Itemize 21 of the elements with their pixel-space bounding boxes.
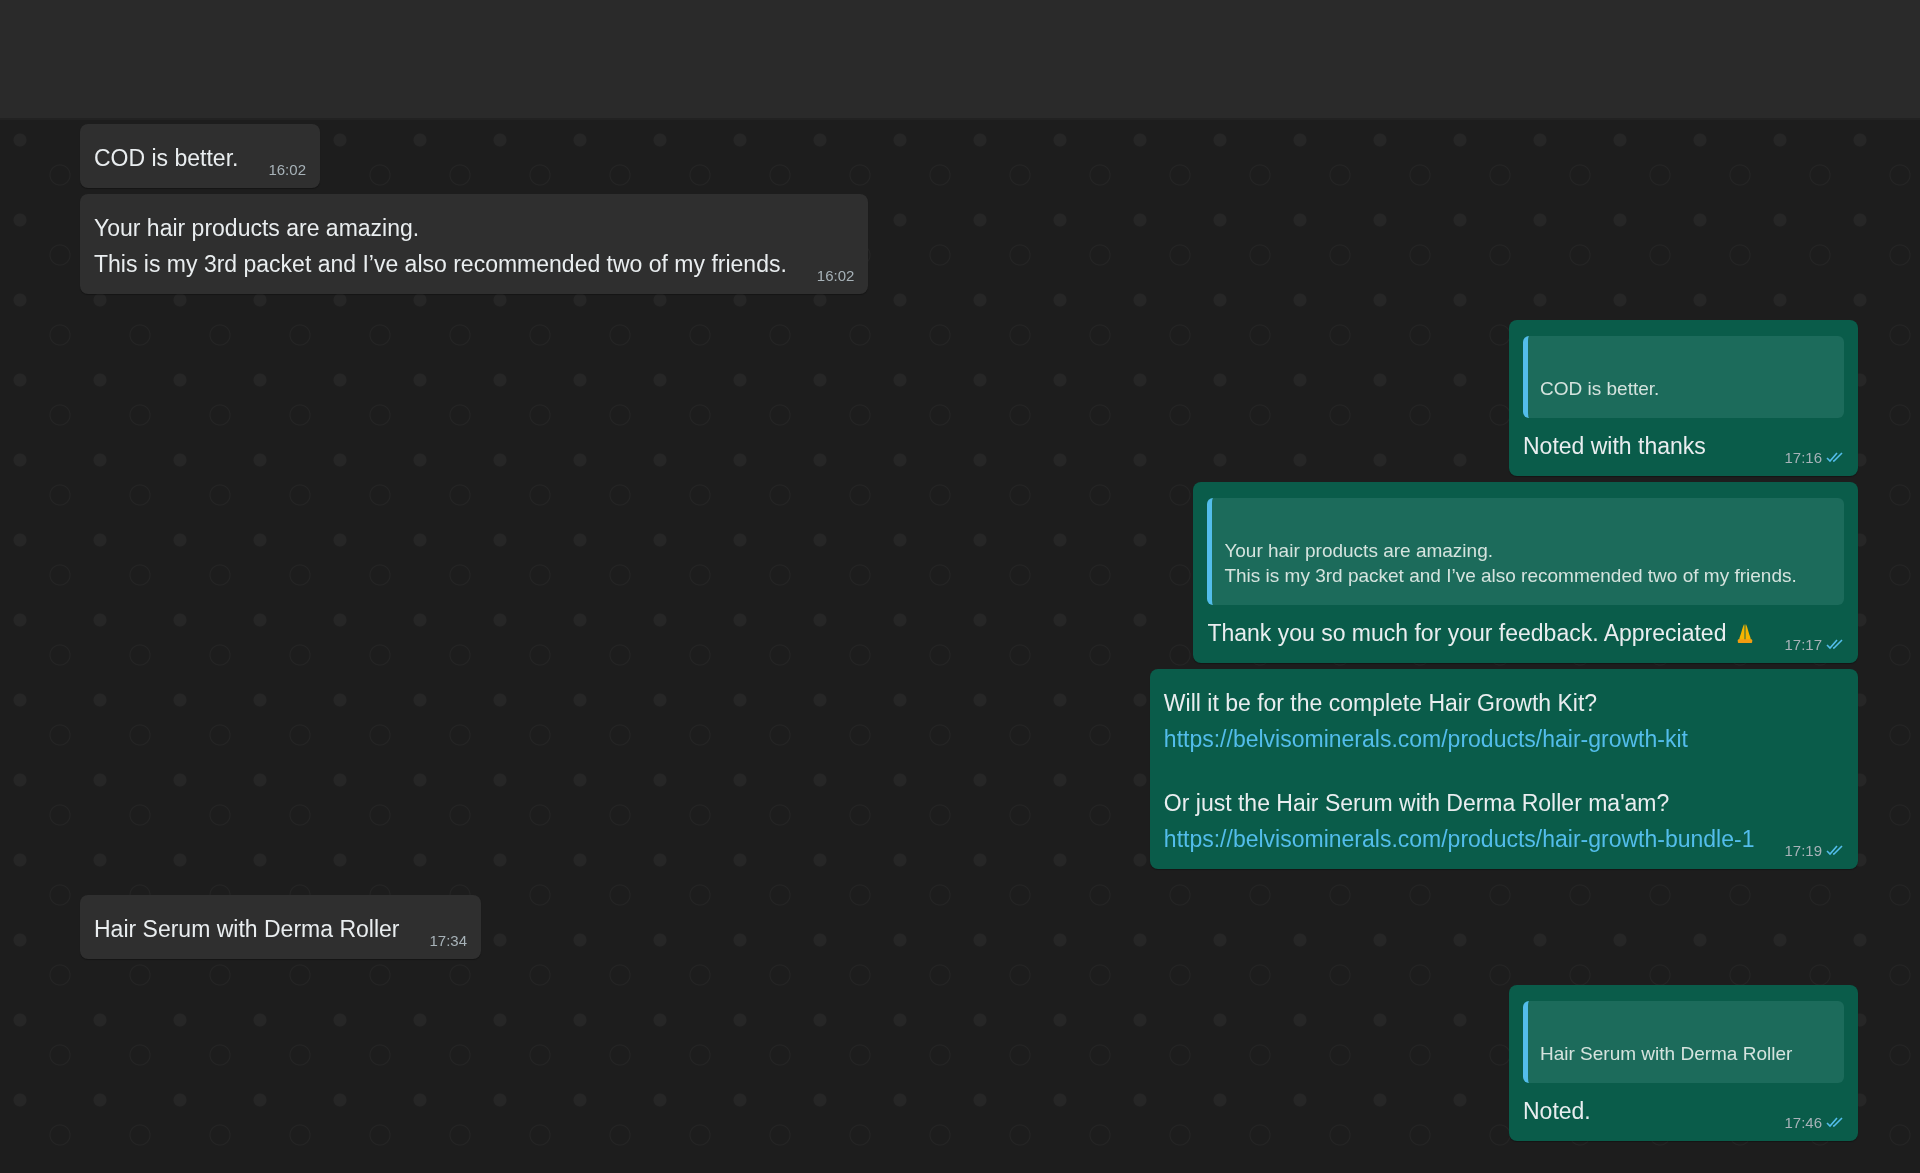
message-time: 17:19 — [1784, 841, 1822, 859]
message-text: Noted. — [1523, 1096, 1591, 1126]
message-text: COD is better. — [94, 144, 239, 173]
message-text: This is my 3rd packet and I’ve also recommended two of my friends. — [94, 250, 787, 279]
message-text: Thank you so much for your feedback. Appreciated — [1207, 614, 1755, 651]
message-time: 17:46 — [1784, 1113, 1822, 1131]
quoted-message[interactable]: Your hair products are amazing. This is my 3rd packet and I’ve also recommended two of my friends. — [1207, 497, 1844, 605]
message-time: 16:02 — [816, 267, 855, 284]
message-time: 16:02 — [268, 161, 306, 178]
message-text: Will it be for the complete Hair Growth Kit? — [1163, 688, 1599, 718]
quoted-message[interactable]: Hair Serum with Derma Roller — [1523, 1000, 1844, 1083]
quoted-message[interactable]: COD is better. — [1523, 336, 1844, 418]
message-text: Your hair products are amazing. — [94, 214, 421, 243]
message-time: 17:16 — [1784, 448, 1822, 466]
message-text: Or just the Hair Serum with Derma Roller ma'am? — [1163, 788, 1671, 818]
message-time: 17:17 — [1784, 635, 1822, 653]
message-text: Hair Serum with Derma Roller — [94, 914, 400, 944]
message-time: 17:34 — [429, 931, 467, 949]
message-text: Noted with thanks — [1523, 431, 1706, 461]
link[interactable]: https://belvisominerals.com/products/hair-growth-bundle-1 — [1163, 820, 1755, 857]
link[interactable]: https://belvisominerals.com/products/hair-growth-kit — [1163, 720, 1755, 757]
